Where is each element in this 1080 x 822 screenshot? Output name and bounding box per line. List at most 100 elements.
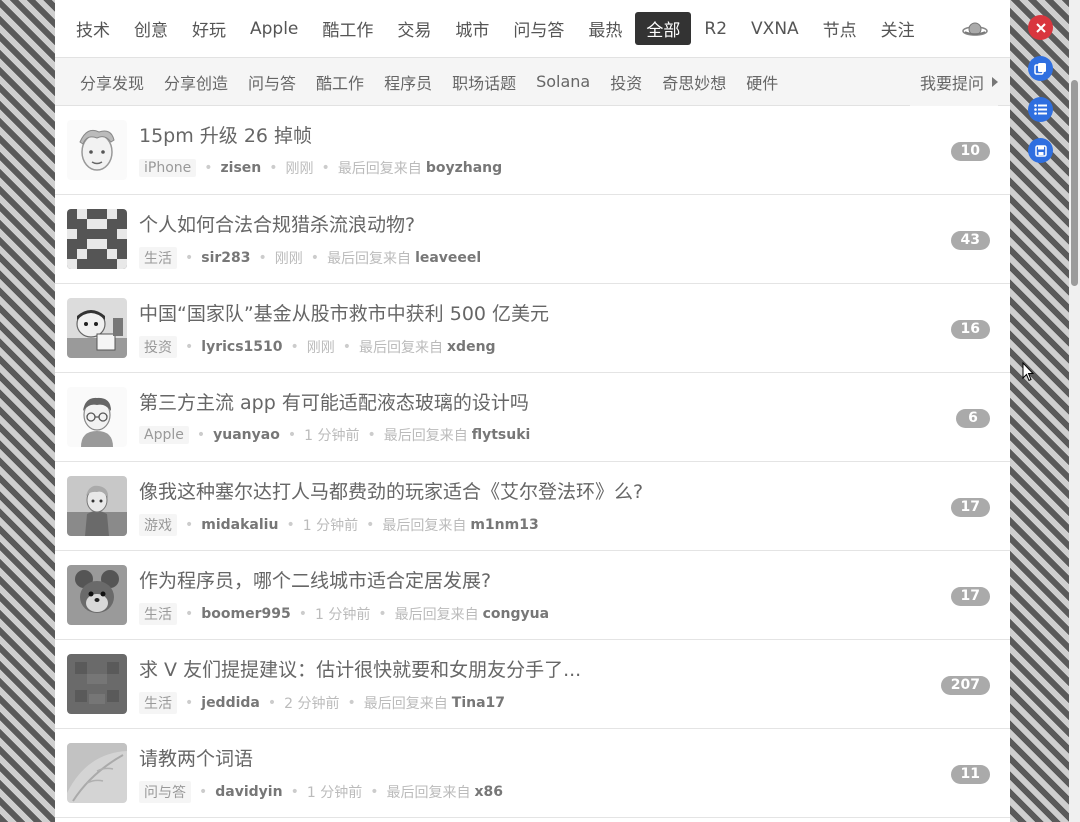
last-reply-label: 最后回复来自 [386, 785, 471, 801]
reply-count-badge[interactable]: 6 [956, 409, 990, 428]
avatar[interactable] [67, 654, 127, 714]
topic-author[interactable]: yuanyao [213, 427, 280, 443]
ask-question-label: 我要提问 [919, 74, 984, 93]
last-reply-user[interactable]: boyzhang [426, 160, 502, 176]
node-qna[interactable]: 问与答 [238, 70, 306, 94]
last-reply-user[interactable]: xdeng [447, 339, 496, 355]
planet-icon[interactable] [962, 17, 988, 41]
copy-icon [1034, 63, 1046, 75]
tab-nodes[interactable]: 节点 [812, 12, 868, 45]
topic-title[interactable]: 请教两个词语 [139, 744, 253, 771]
topic-meta: 生活 • sir283 • 刚刚 • 最后回复来自 leaveeel [139, 247, 481, 269]
reply-count-badge[interactable]: 207 [940, 676, 990, 695]
last-reply-user[interactable]: congyua [483, 606, 549, 622]
topic-node-tag[interactable]: 游戏 [139, 514, 177, 536]
topic-node-tag[interactable]: 投资 [139, 336, 177, 358]
node-ideas[interactable]: 奇思妙想 [652, 70, 736, 94]
topic-node-tag[interactable]: 生活 [139, 603, 177, 625]
list-button[interactable] [1028, 97, 1053, 122]
separator-dot-icon: • [199, 784, 208, 800]
topic-author[interactable]: sir283 [201, 250, 250, 266]
node-invest[interactable]: 投资 [600, 70, 652, 94]
tab-creative[interactable]: 创意 [123, 12, 179, 45]
topic-title[interactable]: 个人如何合法合规猎杀流浪动物? [139, 210, 415, 237]
last-reply-label: 最后回复来自 [394, 607, 479, 623]
avatar[interactable] [67, 565, 127, 625]
vertical-scrollbar[interactable] [1069, 0, 1080, 822]
topic-title[interactable]: 像我这种塞尔达打人马都费劲的玩家适合《艾尔登法环》么? [139, 477, 643, 504]
topic-row: 像我这种塞尔达打人马都费劲的玩家适合《艾尔登法环》么? 游戏 • midakal… [55, 462, 1010, 551]
topic-author[interactable]: davidyin [215, 784, 282, 800]
last-reply-user[interactable]: leaveeel [415, 250, 481, 266]
tab-r2[interactable]: R2 [693, 15, 738, 43]
node-share-discovery[interactable]: 分享发现 [70, 70, 154, 94]
node-share-creation[interactable]: 分享创造 [154, 70, 238, 94]
topic-meta: Apple • yuanyao • 1 分钟前 • 最后回复来自 flytsuk… [139, 425, 530, 445]
topic-title[interactable]: 15pm 升级 26 掉帧 [139, 121, 312, 148]
last-reply-user[interactable]: flytsuki [472, 427, 531, 443]
reply-count-badge[interactable]: 10 [950, 142, 990, 161]
avatar[interactable] [67, 298, 127, 358]
last-reply-user[interactable]: x86 [474, 784, 503, 800]
tab-hot[interactable]: 最热 [577, 12, 633, 45]
last-reply-label: 最后回复来自 [382, 518, 467, 534]
tab-all[interactable]: 全部 [635, 12, 692, 45]
save-button[interactable] [1028, 138, 1053, 163]
topic-time: 1 分钟前 [302, 518, 359, 534]
topic-title[interactable]: 中国“国家队”基金从股市救市中获利 500 亿美元 [139, 299, 549, 326]
topic-title[interactable]: 求 V 友们提提建议：估计很快就要和女朋友分手了... [139, 655, 581, 682]
reply-count-badge[interactable]: 17 [950, 498, 990, 517]
reply-count-badge[interactable]: 16 [950, 320, 990, 339]
tab-deals[interactable]: 交易 [386, 12, 442, 45]
reply-count-badge[interactable]: 43 [950, 231, 990, 250]
avatar[interactable] [67, 209, 127, 269]
separator-dot-icon: • [204, 160, 213, 176]
avatar[interactable] [67, 387, 127, 447]
topic-node-tag[interactable]: 问与答 [139, 781, 191, 803]
avatar[interactable] [67, 476, 127, 536]
scrollbar-thumb[interactable] [1071, 80, 1078, 286]
node-career[interactable]: 职场话题 [442, 70, 526, 94]
topic-author[interactable]: midakaliu [201, 517, 278, 533]
reply-count-badge[interactable]: 17 [950, 587, 990, 606]
topic-title[interactable]: 第三方主流 app 有可能适配液态玻璃的设计吗 [139, 388, 529, 415]
topic-meta: 生活 • boomer995 • 1 分钟前 • 最后回复来自 congyua [139, 603, 549, 625]
tab-apple[interactable]: Apple [239, 15, 309, 43]
separator-dot-icon: • [347, 695, 356, 711]
topic-author[interactable]: boomer995 [201, 606, 290, 622]
topic-meta: 投资 • lyrics1510 • 刚刚 • 最后回复来自 xdeng [139, 336, 496, 358]
topic-author[interactable]: jeddida [201, 695, 260, 711]
main-content: 技术 创意 好玩 Apple 酷工作 交易 城市 问与答 最热 全部 R2 VX… [55, 0, 1010, 822]
close-button[interactable] [1028, 15, 1053, 40]
topic-node-tag[interactable]: 生活 [139, 247, 177, 269]
last-reply-user[interactable]: Tina17 [452, 695, 505, 711]
tab-play[interactable]: 好玩 [181, 12, 237, 45]
node-hardware[interactable]: 硬件 [736, 70, 788, 94]
topic-node-tag[interactable]: Apple [139, 426, 189, 444]
last-reply-user[interactable]: m1nm13 [470, 517, 538, 533]
topic-meta: iPhone • zisen • 刚刚 • 最后回复来自 boyzhang [139, 158, 502, 178]
tab-jobs[interactable]: 酷工作 [311, 12, 384, 45]
topic-meta: 游戏 • midakaliu • 1 分钟前 • 最后回复来自 m1nm13 [139, 514, 539, 536]
topic-node-tag[interactable]: iPhone [139, 159, 197, 177]
node-jobs[interactable]: 酷工作 [306, 70, 374, 94]
topic-meta: 问与答 • davidyin • 1 分钟前 • 最后回复来自 x86 [139, 781, 503, 803]
avatar[interactable] [67, 120, 127, 180]
copy-button[interactable] [1028, 56, 1053, 81]
topic-author[interactable]: lyrics1510 [201, 339, 282, 355]
node-programmer[interactable]: 程序员 [374, 70, 442, 94]
topic-title[interactable]: 作为程序员，哪个二线城市适合定居发展? [139, 566, 491, 593]
ask-question-link[interactable]: 我要提问 [909, 58, 998, 106]
node-bar: 分享发现 分享创造 问与答 酷工作 程序员 职场话题 Solana 投资 奇思妙… [55, 58, 1010, 106]
topic-node-tag[interactable]: 生活 [139, 692, 177, 714]
tab-city[interactable]: 城市 [444, 12, 500, 45]
tab-follow[interactable]: 关注 [870, 12, 926, 45]
tab-qna[interactable]: 问与答 [502, 12, 575, 45]
node-solana[interactable]: Solana [526, 72, 600, 91]
avatar[interactable] [67, 743, 127, 803]
reply-count-badge[interactable]: 11 [950, 765, 990, 784]
tab-vxna[interactable]: VXNA [740, 15, 810, 43]
topic-author[interactable]: zisen [221, 160, 262, 176]
tab-tech[interactable]: 技术 [65, 12, 121, 45]
separator-dot-icon: • [366, 517, 375, 533]
